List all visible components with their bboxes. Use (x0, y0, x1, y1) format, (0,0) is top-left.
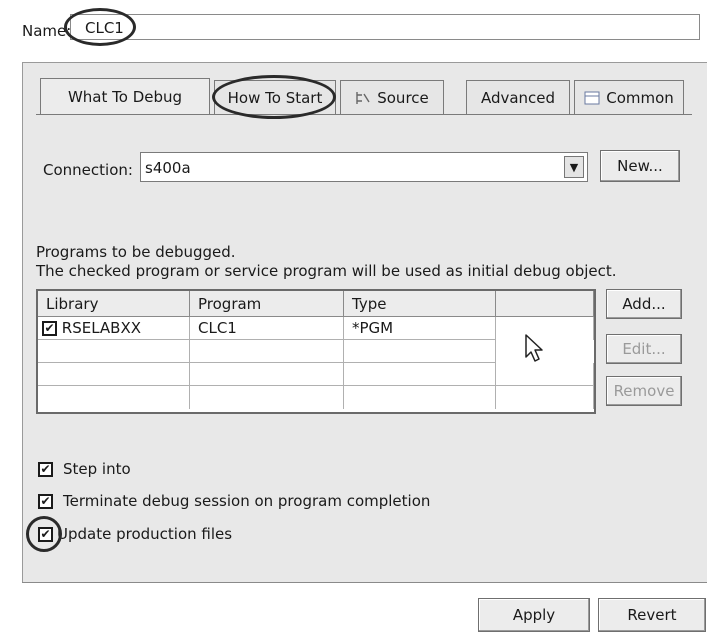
table-cell-program[interactable]: CLC1 (190, 317, 344, 340)
terminate-session-checkbox[interactable]: ✔ Terminate debug session on program com… (38, 492, 430, 510)
table-cell-empty (344, 386, 496, 409)
table-cell-type[interactable]: *PGM (344, 317, 496, 340)
button-label: Remove (613, 382, 675, 400)
column-header-library[interactable]: Library (38, 291, 190, 317)
button-label: New... (617, 157, 663, 175)
table-cell-empty (190, 363, 344, 386)
checkbox-box[interactable]: ✔ (38, 461, 53, 477)
checkbox-label: Step into (63, 460, 131, 478)
connection-label: Connection: (43, 161, 133, 179)
tab-label: Source (377, 88, 429, 107)
table-cell-empty (344, 363, 496, 386)
revert-button[interactable]: Revert (598, 598, 706, 632)
row-checkbox[interactable]: ✔ (42, 321, 57, 336)
table-cell-empty (344, 340, 496, 363)
update-production-files-checkbox[interactable]: ✔ Update production files (38, 525, 232, 543)
step-into-checkbox[interactable]: ✔ Step into (38, 460, 131, 478)
table-cell-empty (190, 340, 344, 363)
library-value: RSELABXX (61, 319, 142, 337)
tab-label: Advanced (480, 88, 556, 107)
tab-common[interactable]: Common (574, 80, 684, 114)
source-tree-icon (355, 91, 371, 105)
footer-separator (22, 582, 707, 583)
table-cell-empty (496, 386, 594, 409)
tab-strip-line (36, 114, 692, 115)
table-cell-empty (38, 340, 190, 363)
new-connection-button[interactable]: New... (600, 150, 680, 182)
button-label: Add... (622, 295, 666, 313)
add-button[interactable]: Add... (606, 289, 682, 319)
connection-value: s400a (145, 159, 191, 177)
programs-table[interactable]: Library Program Type ✔ RSELABXX CLC1 *PG… (36, 289, 596, 414)
chevron-down-icon[interactable]: ▼ (564, 156, 584, 178)
checkbox-box[interactable]: ✔ (38, 526, 53, 542)
edit-button[interactable]: Edit... (606, 334, 682, 364)
tab-advanced[interactable]: Advanced (466, 80, 570, 114)
table-cell-empty (190, 386, 344, 409)
checkbox-label: Update production files (57, 525, 233, 543)
tab-label: How To Start (227, 88, 323, 107)
button-label: Edit... (622, 340, 666, 358)
column-header-empty (496, 291, 594, 317)
programs-description: Programs to be debugged. (36, 243, 236, 261)
table-icon (584, 91, 600, 105)
remove-button[interactable]: Remove (606, 376, 682, 406)
tab-how-to-start[interactable]: How To Start (214, 80, 336, 114)
tab-label: What To Debug (67, 87, 183, 106)
name-value: CLC1 (85, 19, 124, 37)
name-input[interactable]: CLC1 (70, 14, 700, 40)
column-header-type[interactable]: Type (344, 291, 496, 317)
table-cell-empty (38, 386, 190, 409)
tab-what-to-debug[interactable]: What To Debug (40, 78, 210, 114)
table-cell-library[interactable]: ✔ RSELABXX (38, 317, 190, 340)
button-label: Revert (627, 606, 677, 624)
mouse-cursor-icon (524, 333, 546, 367)
tab-source[interactable]: Source (340, 80, 444, 114)
tab-label: Common (606, 88, 674, 107)
name-label: Name: (22, 22, 72, 40)
checkbox-label: Terminate debug session on program compl… (63, 492, 431, 510)
column-header-program[interactable]: Program (190, 291, 344, 317)
apply-button[interactable]: Apply (478, 598, 590, 632)
connection-combo[interactable]: s400a ▼ (140, 152, 588, 182)
button-label: Apply (512, 606, 556, 624)
table-cell-empty (38, 363, 190, 386)
checkbox-box[interactable]: ✔ (38, 493, 53, 509)
programs-description-detail: The checked program or service program w… (36, 262, 617, 280)
